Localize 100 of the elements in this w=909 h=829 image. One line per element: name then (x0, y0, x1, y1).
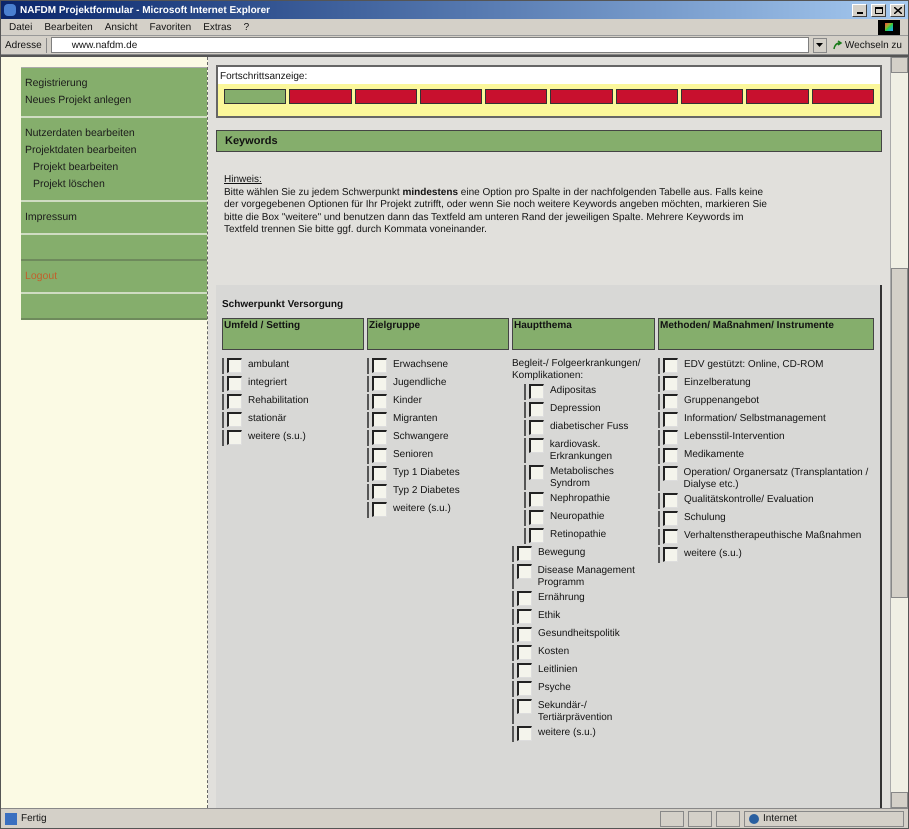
checkbox[interactable] (662, 466, 678, 480)
checkbox[interactable] (663, 510, 678, 526)
checkbox[interactable] (529, 528, 544, 542)
checkbox[interactable] (517, 626, 532, 642)
page-icon (5, 812, 17, 824)
checkbox[interactable] (227, 394, 242, 408)
checkbox[interactable] (227, 412, 242, 426)
checkbox[interactable] (227, 430, 242, 444)
checkbox[interactable] (663, 528, 678, 544)
option-label: Ethik (537, 608, 560, 622)
option-label: Psyche (537, 680, 571, 694)
option-label: stationär (247, 412, 286, 424)
option-label: Rehabilitation (247, 394, 309, 406)
menu-item[interactable]: Extras (203, 20, 232, 34)
option-label: Information/ Selbstmanagement (683, 412, 826, 424)
option-label: weitere (s.u.) (537, 726, 596, 738)
option-label: Verhaltenstherapeuthische Maßnahmen (683, 528, 862, 542)
menu-item[interactable]: ? (244, 20, 250, 34)
table-title: Schwerpunkt Versorgung (222, 298, 344, 312)
checkbox[interactable] (663, 546, 678, 562)
checkbox[interactable] (663, 430, 678, 444)
menu-item[interactable]: Favoriten (150, 20, 192, 34)
checkbox[interactable] (529, 384, 544, 398)
option-label: Metabolisches Syndrom (548, 464, 615, 490)
address-field[interactable]: www.nafdm.de (50, 37, 809, 53)
checkbox[interactable] (529, 402, 544, 416)
close-icon[interactable] (890, 4, 905, 16)
sidebar-link[interactable]: Registrierung (25, 77, 207, 90)
maximize-icon[interactable] (871, 4, 886, 16)
checkbox[interactable] (663, 394, 678, 408)
minimize-icon[interactable] (852, 4, 867, 16)
browser-icon (4, 4, 16, 16)
checkbox[interactable] (517, 644, 532, 660)
option-group-label: Begleit-/ Folgeerkrankungen/ Komplikationen: (512, 358, 642, 382)
checkbox[interactable] (516, 698, 532, 714)
checkbox[interactable] (529, 510, 544, 524)
checkbox[interactable] (663, 376, 678, 390)
option-label: Migranten (392, 412, 438, 424)
checkbox[interactable] (663, 412, 678, 426)
status-text: Fertig (21, 812, 48, 826)
checkbox[interactable] (372, 412, 387, 426)
sidebar-link[interactable]: Impressum (25, 211, 207, 224)
checkbox[interactable] (529, 420, 544, 434)
checkbox[interactable] (372, 484, 387, 498)
column-header: Hauptthema (512, 318, 655, 350)
option-label: Gesundheitspolitik (537, 626, 620, 640)
checkbox[interactable] (528, 438, 544, 452)
checkbox[interactable] (372, 394, 387, 408)
checkbox[interactable] (372, 430, 387, 444)
menu-item[interactable]: Bearbeiten (44, 20, 93, 34)
option-label: Typ 2 Diabetes (392, 484, 460, 496)
checkbox[interactable] (372, 376, 387, 390)
option-label: Leitlinien (537, 662, 578, 676)
checkbox[interactable] (517, 726, 532, 740)
checkbox[interactable] (227, 376, 242, 390)
sidebar-link[interactable]: Projekt löschen (25, 178, 207, 191)
checkbox[interactable] (372, 358, 387, 372)
option-label: Retinopathie (549, 528, 606, 540)
option-label: Senioren (392, 448, 434, 460)
checkbox[interactable] (517, 662, 532, 678)
globe-icon (749, 814, 759, 824)
status-pane (688, 810, 712, 826)
option-label: Qualitätskontrolle/ Evaluation (683, 492, 814, 506)
checkbox[interactable] (517, 680, 532, 696)
section-header: Keywords (216, 130, 882, 152)
progress-label: Fortschrittsanzeige: (219, 70, 308, 84)
checkbox[interactable] (517, 546, 532, 560)
checkbox[interactable] (372, 448, 387, 462)
checkbox[interactable] (516, 564, 532, 578)
option-label: Neuropathie (549, 510, 604, 522)
menu-item[interactable]: Ansicht (104, 20, 138, 34)
scrollbar[interactable] (890, 57, 908, 808)
checkbox[interactable] (663, 492, 678, 508)
windows-logo-icon (878, 20, 900, 34)
checkbox[interactable] (372, 466, 387, 480)
window-title: NAFDM Projektformular - Microsoft Internet Explorer (20, 4, 272, 18)
status-pane (660, 810, 684, 826)
go-button[interactable]: Wechseln zu (830, 38, 904, 52)
option-label: Lebensstil-Intervention (683, 430, 785, 442)
option-label: Medikamente (683, 448, 744, 460)
checkbox[interactable] (517, 608, 532, 624)
option-label: Nephropathie (549, 492, 610, 504)
sidebar-link[interactable]: Projekt bearbeiten (25, 161, 207, 174)
checkbox[interactable] (528, 464, 544, 480)
checkbox[interactable] (663, 448, 678, 462)
option-label: Erwachsene (392, 358, 448, 370)
menu-item[interactable]: Datei (9, 20, 32, 34)
checkbox[interactable] (663, 358, 678, 372)
sidebar-link[interactable]: Nutzerdaten bearbeiten (25, 127, 207, 140)
option-label: Adipositas (549, 384, 596, 396)
sidebar-link[interactable]: Neues Projekt anlegen (25, 94, 207, 107)
option-label: Typ 1 Diabetes (392, 466, 460, 478)
column-header: Methoden/ Maßnahmen/ Instrumente (658, 318, 874, 350)
option-label: Kinder (392, 394, 422, 406)
checkbox[interactable] (372, 502, 387, 516)
checkbox[interactable] (529, 492, 544, 506)
checkbox[interactable] (227, 358, 242, 372)
sidebar-link[interactable]: Projektdaten bearbeiten (25, 144, 207, 157)
hint-text: Bitte wählen Sie zu jedem Schwerpunkt mindestens eine Option pro Spalte in der nachfolgenden Tabelle aus. Falls keine der vorgegebenen Optionen für Ihr Projekt zutrifft, oder wenn Sie noch weitere Keywords angeben möchten, markieren Sie bitte die Box "weitere" und benutzen dann das Textfeld am unteren Rand der jeweiligen Spalte. Mehrere Keywords im Textfeld trennen Sie bitte ggf. durch Kommata voneinander. (224, 186, 768, 236)
checkbox[interactable] (517, 590, 532, 606)
